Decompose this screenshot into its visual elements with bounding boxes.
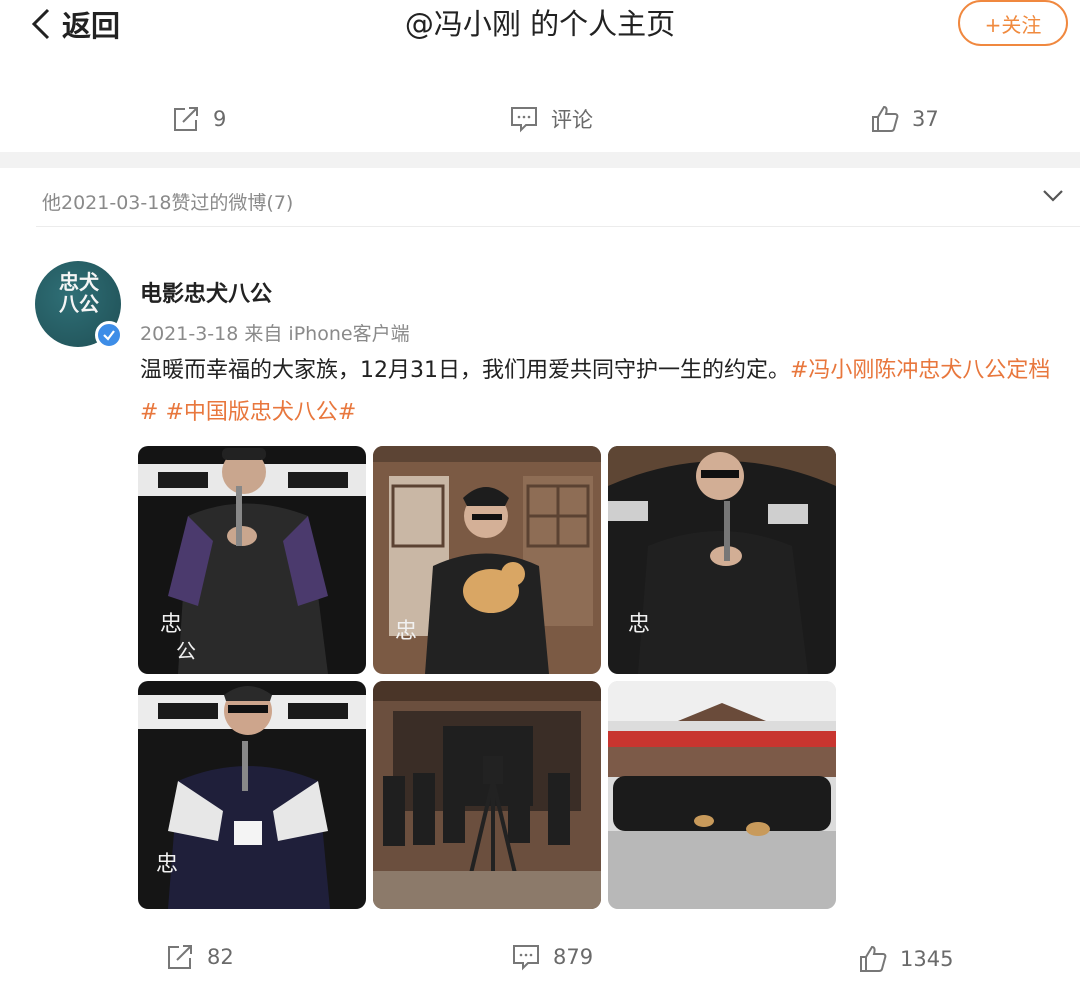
repost-icon bbox=[168, 945, 192, 969]
post-meta: 2021-3-18 来自 iPhone客户端 bbox=[140, 319, 410, 346]
thumbs-up-icon bbox=[872, 105, 899, 132]
comment-icon bbox=[511, 107, 537, 133]
post-author[interactable]: 电影忠犬八公 bbox=[140, 276, 272, 308]
photo-grid: 忠 公 忠 忠 忠 bbox=[138, 446, 836, 909]
verified-badge-icon bbox=[95, 321, 123, 349]
comment-button[interactable]: 评论 bbox=[509, 104, 593, 134]
repost-button[interactable]: 9 bbox=[171, 104, 226, 134]
comment-icon bbox=[513, 945, 539, 971]
post-time: 2021-3-18 bbox=[140, 323, 239, 345]
post-body: 温暖而幸福的大家族，12月31日，我们用爱共同守护一生的约定。 bbox=[140, 358, 790, 383]
thumbs-up-icon bbox=[860, 945, 887, 972]
follow-button[interactable]: +关注 bbox=[958, 0, 1068, 46]
liked-post-card: 他2021-03-18赞过的微博(7) 忠犬八公 电影忠犬八公 2021-3-1… bbox=[0, 168, 1080, 984]
repost-count: 9 bbox=[213, 107, 227, 131]
photo-speaker-glasses[interactable]: 忠 bbox=[608, 446, 836, 674]
avatar-logo-text: 忠犬八公 bbox=[59, 270, 99, 316]
liked-section-header: 他2021-03-18赞过的微博(7) bbox=[42, 192, 294, 214]
hashtag-link[interactable]: #中国版忠犬八公# bbox=[165, 400, 356, 425]
like-button[interactable]: 1345 bbox=[858, 944, 953, 974]
svg-text:忠: 忠 bbox=[160, 612, 182, 637]
chevron-down-icon[interactable] bbox=[1040, 186, 1066, 206]
divider bbox=[36, 226, 1080, 227]
repost-count: 82 bbox=[207, 945, 234, 969]
like-count: 37 bbox=[912, 107, 939, 131]
svg-text:忠: 忠 bbox=[156, 852, 178, 877]
comment-label: 评论 bbox=[551, 108, 593, 132]
photo-speaker-white-sleeves[interactable]: 忠 bbox=[138, 681, 366, 909]
photo-speaker-purple-sleeves[interactable]: 忠 公 bbox=[138, 446, 366, 674]
repost-button[interactable]: 82 bbox=[165, 942, 234, 972]
page-title: @冯小刚 的个人主页 bbox=[404, 7, 676, 41]
post-text: 温暖而幸福的大家族，12月31日，我们用爱共同守护一生的约定。#冯小刚陈冲忠犬八… bbox=[140, 350, 1058, 434]
photo-group-photo[interactable] bbox=[608, 681, 836, 909]
post-source: 来自 iPhone客户端 bbox=[244, 323, 410, 345]
top-bar: 返回 @冯小刚 的个人主页 +关注 bbox=[0, 0, 1080, 58]
comment-button[interactable]: 879 bbox=[511, 942, 593, 972]
like-button[interactable]: 37 bbox=[870, 104, 939, 134]
svg-text:忠: 忠 bbox=[628, 612, 650, 637]
like-count: 1345 bbox=[900, 947, 954, 971]
photo-crew-with-camera[interactable] bbox=[373, 681, 601, 909]
repost-icon bbox=[174, 107, 198, 131]
svg-text:忠: 忠 bbox=[395, 619, 417, 644]
svg-text:公: 公 bbox=[176, 639, 196, 663]
comment-count: 879 bbox=[553, 945, 594, 969]
photo-man-holding-dog[interactable]: 忠 bbox=[373, 446, 601, 674]
previous-post-card: 9 评论 37 bbox=[0, 58, 1080, 152]
